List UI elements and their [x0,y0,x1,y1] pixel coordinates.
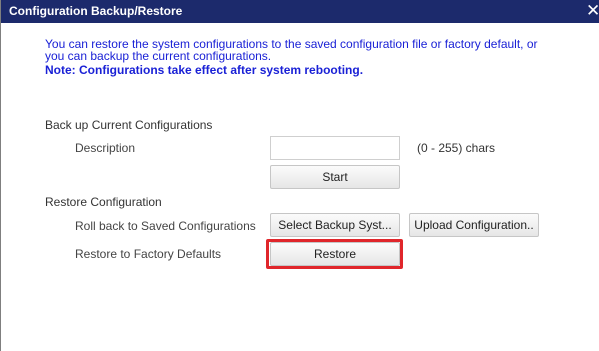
close-icon[interactable]: ✕ [586,1,599,21]
dialog-titlebar: Configuration Backup/Restore ✕ [1,0,599,23]
factory-defaults-label: Restore to Factory Defaults [75,247,222,261]
select-backup-button[interactable]: Select Backup Syst... [270,213,400,237]
description-char-hint: (0 - 255) chars [417,141,496,155]
reboot-note: Note: Configurations take effect after s… [45,63,364,77]
upload-configuration-button[interactable]: Upload Configuration.. [409,213,539,237]
rollback-label: Roll back to Saved Configurations [75,219,256,233]
intro-text: You can restore the system configuration… [45,38,565,62]
intro-line-2: you can backup the current configuration… [45,49,272,63]
restore-section-title: Restore Configuration [45,195,162,209]
description-label: Description [75,141,136,155]
dialog-title: Configuration Backup/Restore [9,4,183,18]
configuration-backup-restore-dialog: Configuration Backup/Restore ✕ You can r… [0,0,599,351]
description-input[interactable] [270,136,400,160]
start-backup-button[interactable]: Start [270,165,400,189]
restore-factory-button[interactable]: Restore [270,242,400,266]
backup-section-title: Back up Current Configurations [45,118,213,132]
